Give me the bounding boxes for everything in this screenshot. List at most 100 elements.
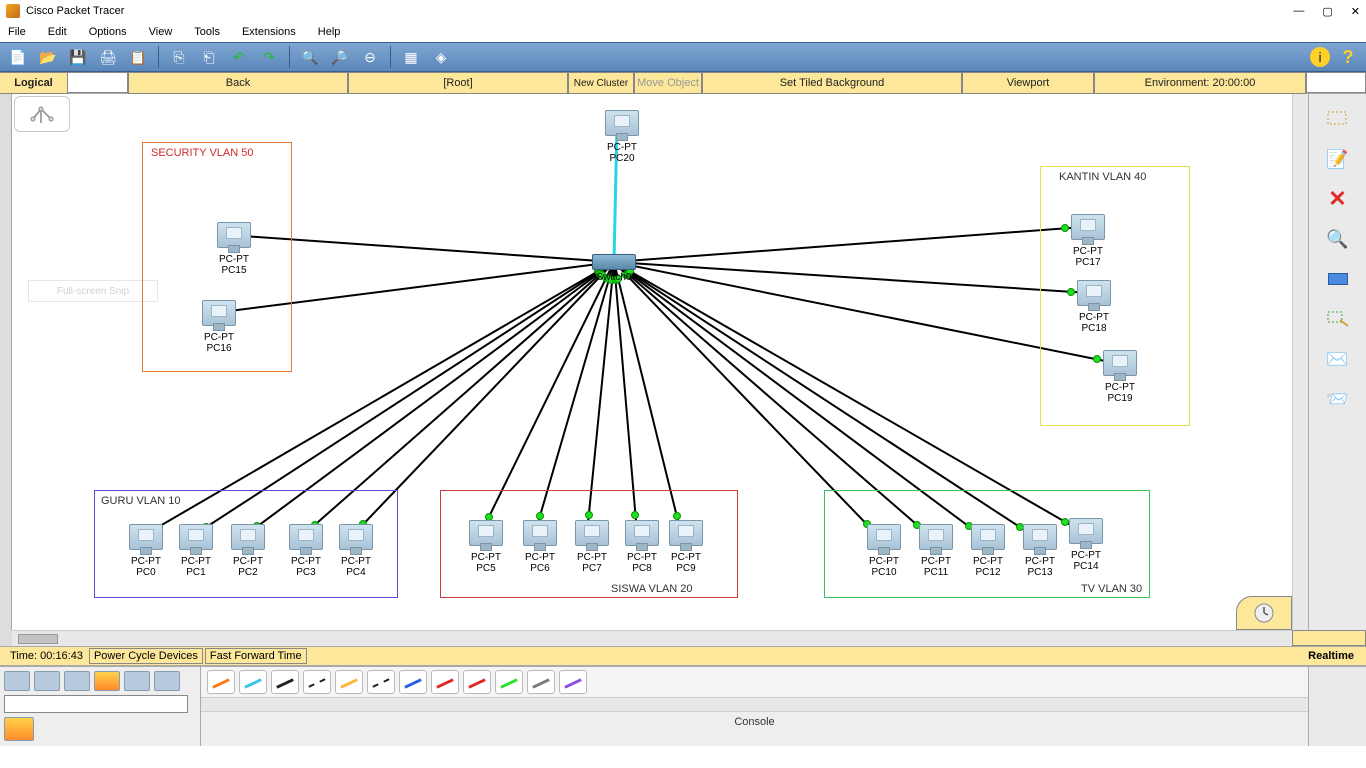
help-icon[interactable]: ?: [1336, 45, 1360, 69]
menu-tools[interactable]: Tools: [194, 26, 220, 38]
pc-device[interactable]: PC-PTPC12: [966, 524, 1010, 578]
router-category-icon[interactable]: [4, 671, 30, 691]
inspect-tool-icon[interactable]: 🔍: [1321, 226, 1355, 252]
move-object-button[interactable]: Move Object: [634, 72, 702, 94]
cable-type-button[interactable]: [495, 670, 523, 694]
breadcrumb-root[interactable]: [Root]: [348, 72, 568, 94]
environment-label[interactable]: Environment: 20:00:00: [1094, 72, 1306, 94]
topology-canvas[interactable]: Full-screen Snip SECURITY VLAN 50KANTIN …: [12, 94, 1292, 630]
right-tool-panel: 📝 ✕ 🔍 ✉️ 📨: [1308, 94, 1366, 630]
cable-type-button[interactable]: [367, 670, 395, 694]
resize-tool-icon[interactable]: [1321, 306, 1355, 332]
menu-file[interactable]: File: [8, 26, 26, 38]
cable-scrollbar[interactable]: [201, 698, 1308, 712]
cable-type-button[interactable]: [335, 670, 363, 694]
pc-device[interactable]: PC-PTPC1: [174, 524, 218, 578]
redo-icon[interactable]: ↷: [257, 45, 281, 69]
pc-device[interactable]: PC-PTPC5: [464, 520, 508, 574]
pc-device[interactable]: PC-PTPC7: [570, 520, 614, 574]
cable-type-button[interactable]: [559, 670, 587, 694]
pc-device[interactable]: PC-PTPC13: [1018, 524, 1062, 578]
pc-device[interactable]: PC-PTPC18: [1072, 280, 1116, 334]
pc-device[interactable]: PC-PTPC11: [914, 524, 958, 578]
pc-device[interactable]: PC-PTPC15: [212, 222, 256, 276]
viewport-button[interactable]: Viewport: [962, 72, 1094, 94]
wan-category-icon[interactable]: [154, 671, 180, 691]
pc-device[interactable]: PC-PTPC3: [284, 524, 328, 578]
set-background-button[interactable]: Set Tiled Background: [702, 72, 962, 94]
complex-pdu-icon[interactable]: 📨: [1321, 386, 1355, 412]
draw-rect-icon[interactable]: [1321, 266, 1355, 292]
cable-type-button[interactable]: [271, 670, 299, 694]
left-gutter: [0, 94, 12, 630]
print-icon[interactable]: 🖨: [96, 45, 120, 69]
back-button[interactable]: Back: [128, 72, 348, 94]
realtime-mode-label[interactable]: Realtime: [1308, 650, 1354, 662]
fast-forward-button[interactable]: Fast Forward Time: [205, 648, 307, 664]
menu-edit[interactable]: Edit: [48, 26, 67, 38]
cable-type-button[interactable]: [303, 670, 331, 694]
menu-options[interactable]: Options: [89, 26, 127, 38]
cable-type-button[interactable]: [399, 670, 427, 694]
zoom-out-icon[interactable]: ⊖: [358, 45, 382, 69]
vertical-scrollbar[interactable]: [1292, 94, 1308, 630]
copy-icon[interactable]: ⎘: [167, 45, 191, 69]
info-icon[interactable]: i: [1310, 47, 1330, 67]
pc-label: PC-PTPC19: [1098, 382, 1142, 404]
wizard-icon[interactable]: 📋: [126, 45, 150, 69]
paste-icon[interactable]: ⎗: [197, 45, 221, 69]
delete-tool-icon[interactable]: ✕: [1321, 186, 1355, 212]
pc-device[interactable]: PC-PTPC16: [197, 300, 241, 354]
select-tool-icon[interactable]: [1321, 106, 1355, 132]
menu-extensions[interactable]: Extensions: [242, 26, 296, 38]
pc-device[interactable]: PC-PTPC8: [620, 520, 664, 574]
open-file-icon[interactable]: 📂: [36, 45, 60, 69]
undo-icon[interactable]: ↶: [227, 45, 251, 69]
switch-category-icon[interactable]: [34, 671, 60, 691]
cable-type-button[interactable]: [463, 670, 491, 694]
simple-pdu-icon[interactable]: ✉️: [1321, 346, 1355, 372]
switch-device[interactable]: Switch0: [587, 254, 641, 283]
maximize-button[interactable]: ▢: [1322, 5, 1332, 18]
close-button[interactable]: ✕: [1351, 5, 1360, 18]
new-file-icon[interactable]: 📄: [6, 45, 30, 69]
vlan-label: TV VLAN 30: [1081, 583, 1142, 595]
pc-device[interactable]: PC-PTPC14: [1064, 518, 1108, 572]
custom-device-icon[interactable]: ◈: [429, 45, 453, 69]
zoom-reset-icon[interactable]: 🔎: [328, 45, 352, 69]
menu-view[interactable]: View: [149, 26, 173, 38]
horizontal-scrollbar[interactable]: [12, 630, 1292, 646]
selected-category-icon[interactable]: [4, 717, 34, 741]
logical-view-tab[interactable]: Logical: [0, 72, 68, 94]
hub-category-icon[interactable]: [64, 671, 90, 691]
cable-type-button[interactable]: [431, 670, 459, 694]
pc-label: PC-PTPC16: [197, 332, 241, 354]
toolbar-separator: [158, 46, 159, 68]
connections-category-icon[interactable]: [94, 671, 120, 691]
cable-type-button[interactable]: [207, 670, 235, 694]
pc-device[interactable]: PC-PTPC2: [226, 524, 270, 578]
pc-device[interactable]: PC-PTPC6: [518, 520, 562, 574]
save-icon[interactable]: 💾: [66, 45, 90, 69]
palette-icon[interactable]: ▦: [399, 45, 423, 69]
pc-device[interactable]: PC-PTPC0: [124, 524, 168, 578]
pc-device[interactable]: PC-PTPC4: [334, 524, 378, 578]
pc-device[interactable]: PC-PTPC19: [1098, 350, 1142, 404]
zoom-in-icon[interactable]: 🔍: [298, 45, 322, 69]
note-tool-icon[interactable]: 📝: [1321, 146, 1355, 172]
pc-device[interactable]: PC-PTPC9: [664, 520, 708, 574]
menu-help[interactable]: Help: [318, 26, 341, 38]
new-cluster-button[interactable]: New Cluster: [568, 72, 634, 94]
realtime-clock-tab[interactable]: [1236, 596, 1292, 630]
cable-type-button[interactable]: [527, 670, 555, 694]
device-search-input[interactable]: [4, 695, 188, 713]
minimize-button[interactable]: —: [1293, 5, 1304, 18]
power-cycle-button[interactable]: Power Cycle Devices: [89, 648, 203, 664]
pc-device[interactable]: PC-PTPC10: [862, 524, 906, 578]
cable-type-button[interactable]: [239, 670, 267, 694]
cluster-nav-icon[interactable]: [14, 96, 70, 132]
enddevice-category-icon[interactable]: [124, 671, 150, 691]
pc-device[interactable]: PC-PTPC17: [1066, 214, 1110, 268]
pc-device[interactable]: PC-PTPC20: [600, 110, 644, 164]
pc-icon: [1071, 214, 1105, 240]
